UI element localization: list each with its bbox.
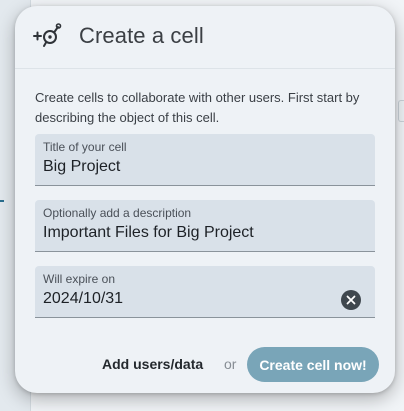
header-divider xyxy=(15,68,395,69)
expiry-date-field[interactable]: Will expire on xyxy=(35,266,375,318)
cell-description-label: Optionally add a description xyxy=(43,206,192,220)
cell-title-field[interactable]: Title of your cell xyxy=(35,134,375,186)
expiry-date-input[interactable] xyxy=(43,290,343,308)
background-right-control xyxy=(398,100,404,122)
or-separator: or xyxy=(224,356,237,372)
add-users-button[interactable]: Add users/data xyxy=(102,356,203,372)
dialog-header: Create a cell xyxy=(15,6,395,68)
create-cell-dialog: Create a cell Create cells to collaborat… xyxy=(15,6,395,393)
cell-title-label: Title of your cell xyxy=(43,140,127,154)
cell-description-field[interactable]: Optionally add a description xyxy=(35,200,375,252)
add-cell-icon xyxy=(32,22,62,48)
expiry-date-label: Will expire on xyxy=(43,272,116,286)
create-cell-button[interactable]: Create cell now! xyxy=(247,347,379,382)
background-marker xyxy=(0,200,4,202)
cell-title-input[interactable] xyxy=(43,158,343,176)
cell-description-input[interactable] xyxy=(43,224,343,242)
clear-circle-icon[interactable] xyxy=(341,290,361,310)
dialog-title: Create a cell xyxy=(79,23,204,48)
dialog-intro-text: Create cells to collaborate with other u… xyxy=(35,90,360,125)
